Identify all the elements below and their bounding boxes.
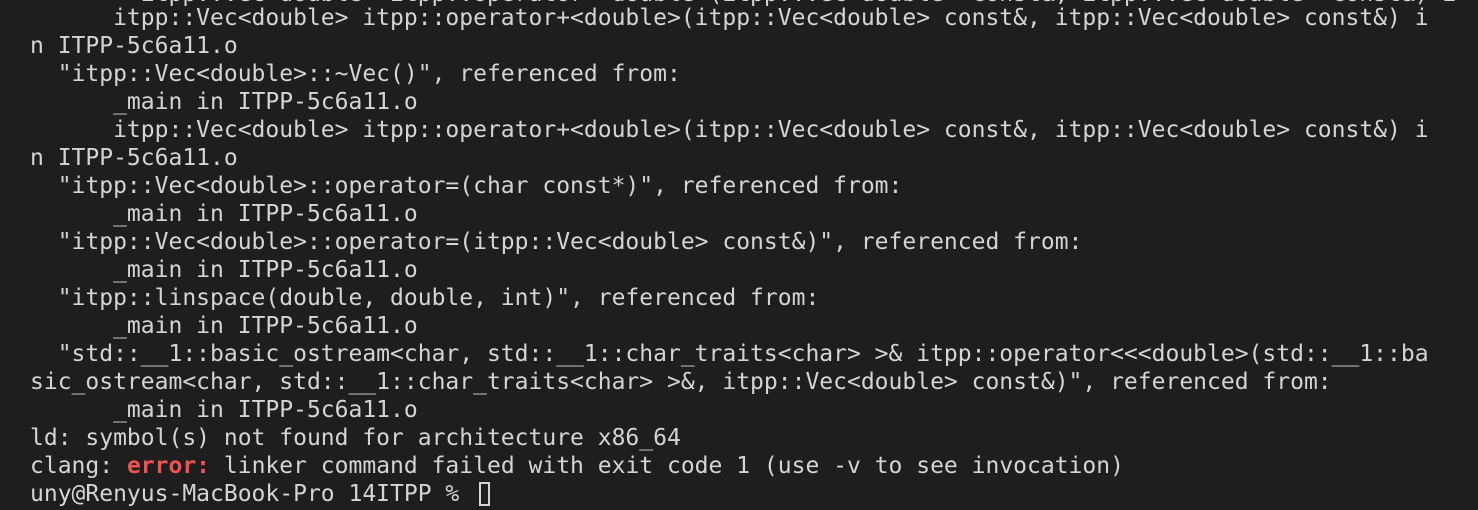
output-line: n ITPP-5c6a11.o (30, 33, 238, 59)
output-line: _main in ITPP-5c6a11.o (30, 257, 418, 283)
output-line: sic_ostream<char, std::__1::char_traits<… (30, 369, 1332, 395)
output-line: _main in ITPP-5c6a11.o (30, 201, 418, 227)
output-line: _main in ITPP-5c6a11.o (30, 397, 418, 423)
output-line: "std::__1::basic_ostream<char, std::__1:… (30, 341, 1429, 367)
output-line: itpp::Vec<double> itpp::operator+<double… (30, 117, 1429, 143)
error-message: linker command failed with exit code 1 (… (210, 453, 1124, 479)
terminal-output: itpp::Vec<double> itpp::operator+<double… (30, 4, 1470, 508)
output-line: itpp::Vec<double> itpp::operator+<double… (30, 5, 1429, 31)
output-line: _main in ITPP-5c6a11.o (30, 313, 418, 339)
output-line: _main in ITPP-5c6a11.o (30, 89, 418, 115)
output-line: ld: symbol(s) not found for architecture… (30, 425, 681, 451)
clang-prefix: clang: (30, 453, 127, 479)
output-line: "itpp::Vec<double>::operator=(itpp::Vec<… (30, 229, 1083, 255)
output-line: "itpp::Vec<double>::operator=(char const… (30, 173, 903, 199)
text-cursor[interactable] (479, 482, 491, 506)
clang-error-line: clang: error: linker command failed with… (30, 452, 1470, 480)
output-line: "itpp::Vec<double>::~Vec()", referenced … (30, 61, 681, 87)
output-line: n ITPP-5c6a11.o (30, 145, 238, 171)
prompt-line[interactable]: uny@Renyus-MacBook-Pro 14ITPP % (30, 480, 1470, 508)
shell-prompt: uny@Renyus-MacBook-Pro 14ITPP % (30, 481, 474, 507)
error-label: error: (126, 453, 211, 479)
output-line: "itpp::linspace(double, double, int)", r… (30, 285, 820, 311)
terminal-window[interactable]: itpp::Vec<double> itpp::operator+<double… (0, 0, 1478, 510)
